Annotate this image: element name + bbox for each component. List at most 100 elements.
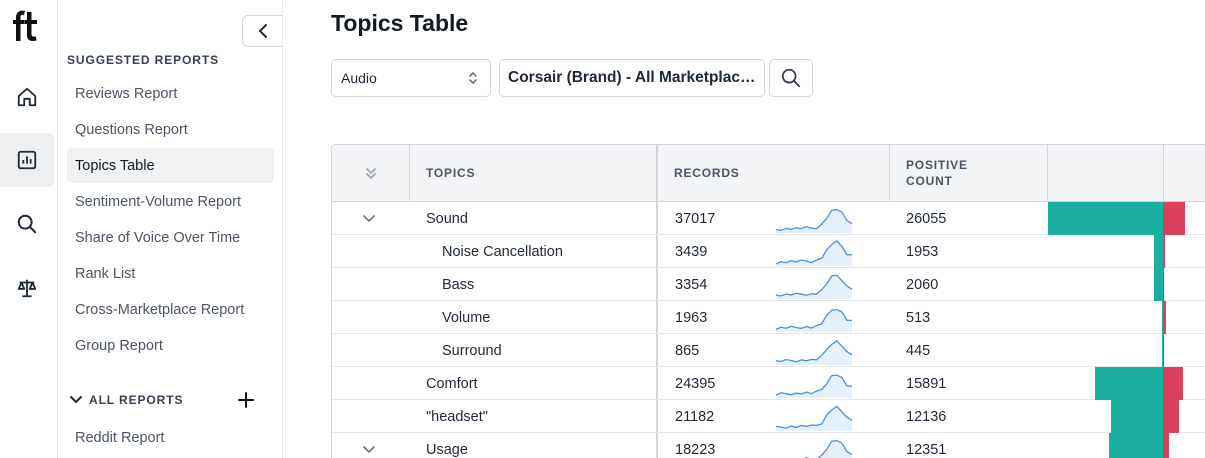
- positive-count-cell: 1953: [906, 243, 939, 260]
- records-cell: 865: [675, 342, 700, 359]
- category-select[interactable]: Audio: [331, 59, 491, 97]
- positive-count-label-2: COUNT: [906, 174, 953, 188]
- negative-sentiment-bar: [1163, 301, 1166, 334]
- rail-search-button[interactable]: [0, 197, 54, 251]
- sidebar-report-link[interactable]: Reddit Report: [67, 420, 274, 455]
- topics-column-header[interactable]: TOPICS: [410, 145, 658, 201]
- records-sparkline: [776, 405, 852, 431]
- positive-count-column-header[interactable]: POSITIVE COUNT: [890, 145, 1048, 201]
- records-sparkline: [776, 339, 852, 365]
- records-sparkline: [803, 439, 852, 458]
- expand-all-header[interactable]: [332, 145, 410, 201]
- search-icon: [781, 68, 801, 88]
- table-row[interactable]: Comfort 24395 15891: [332, 367, 1205, 400]
- rail-home-button[interactable]: [0, 70, 54, 124]
- sentiment-bar-header: [1048, 145, 1164, 201]
- negative-sentiment-bar: [1163, 367, 1183, 400]
- positive-sentiment-bar: [1048, 202, 1163, 235]
- records-cell: 3439: [675, 243, 708, 260]
- records-sparkline: [776, 308, 852, 332]
- records-column-header[interactable]: RECORDS: [658, 145, 890, 201]
- table-row[interactable]: Bass 3354 2060: [332, 268, 1205, 301]
- row-expand-chevron-icon[interactable]: [362, 212, 376, 226]
- table-row[interactable]: Volume 1963 513: [332, 301, 1205, 334]
- all-reports-toggle[interactable]: ALL REPORTS: [69, 390, 259, 410]
- positive-count-cell: 12136: [906, 408, 947, 425]
- table-row[interactable]: Usage 18223 12351: [332, 433, 1205, 458]
- records-sparkline: [776, 240, 852, 266]
- positive-sentiment-bar: [1154, 268, 1163, 301]
- topic-cell[interactable]: Noise Cancellation: [442, 235, 563, 268]
- suggested-reports-heading: SUGGESTED REPORTS: [67, 53, 219, 67]
- positive-count-label-1: POSITIVE: [906, 158, 968, 172]
- negative-sentiment-bar: [1163, 400, 1179, 433]
- sentiment-bar-cell: [1048, 367, 1205, 400]
- table-row[interactable]: Sound 37017 26055: [332, 202, 1205, 235]
- records-sparkline: [776, 208, 852, 233]
- add-report-button[interactable]: [235, 389, 257, 411]
- records-cell: 21182: [675, 408, 715, 425]
- sentiment-bar-cell: [1048, 334, 1205, 367]
- reports-sidebar: SUGGESTED REPORTS Reviews Report Question…: [59, 0, 283, 458]
- chevron-left-icon: [258, 24, 267, 38]
- plus-icon: [238, 392, 254, 408]
- sparkline-area: [805, 440, 852, 458]
- rail-reports-button[interactable]: [0, 133, 54, 187]
- search-icon: [17, 214, 37, 234]
- positive-sentiment-bar: [1109, 433, 1163, 458]
- search-button[interactable]: [769, 59, 813, 97]
- records-sparkline: [776, 374, 852, 398]
- positive-count-cell: 445: [906, 342, 931, 359]
- negative-sentiment-bar: [1163, 268, 1164, 301]
- table-row[interactable]: "headset" 21182 12136: [332, 400, 1205, 433]
- sidebar-report-link[interactable]: Cross-Marketplace Report: [67, 292, 274, 327]
- home-icon: [17, 87, 37, 107]
- sentiment-bar-cell: [1048, 433, 1205, 458]
- topic-cell[interactable]: Bass: [442, 268, 474, 301]
- main-content: Topics Table Audio Corsair (Brand) - All…: [284, 0, 1205, 458]
- row-expand-chevron-icon[interactable]: [362, 443, 376, 457]
- negative-sentiment-bar: [1163, 202, 1185, 235]
- collapse-sidebar-button[interactable]: [242, 15, 282, 47]
- topic-cell[interactable]: Volume: [442, 301, 490, 334]
- brand-selector-value: Corsair (Brand) - All Marketplaces: [508, 69, 756, 86]
- chevron-down-icon: [70, 396, 82, 404]
- topic-cell[interactable]: Comfort: [426, 367, 478, 400]
- negative-sentiment-bar: [1163, 334, 1164, 367]
- sentiment-bar-cell: [1048, 268, 1205, 301]
- positive-count-cell: 12351: [906, 441, 947, 458]
- brand-logo[interactable]: [12, 8, 42, 44]
- sparkline-area: [776, 309, 852, 332]
- positive-count-cell: 26055: [906, 210, 947, 227]
- sidebar-report-link[interactable]: Rank List: [67, 256, 274, 291]
- positive-count-cell: 15891: [906, 375, 947, 392]
- topics-table: TOPICS RECORDS POSITIVE COUNT Sound 37017…: [331, 144, 1205, 458]
- positive-count-cell: 2060: [906, 276, 939, 293]
- all-reports-heading: ALL REPORTS: [89, 393, 184, 407]
- table-header: TOPICS RECORDS POSITIVE COUNT: [332, 145, 1205, 202]
- topic-cell[interactable]: Surround: [442, 334, 502, 367]
- sidebar-report-link[interactable]: Questions Report: [67, 112, 274, 147]
- table-row[interactable]: Surround 865 445: [332, 334, 1205, 367]
- sidebar-report-link[interactable]: Share of Voice Over Time: [67, 220, 274, 255]
- double-chevron-down-icon: [365, 168, 376, 180]
- topic-cell[interactable]: Usage: [426, 433, 468, 458]
- negative-sentiment-bar: [1163, 235, 1165, 268]
- sentiment-bar-cell: [1048, 400, 1205, 433]
- sidebar-report-link[interactable]: Group Report: [67, 328, 274, 363]
- sidebar-report-link[interactable]: Reviews Report: [67, 76, 274, 111]
- sidebar-report-link[interactable]: Topics Table: [67, 148, 274, 183]
- topic-cell[interactable]: Sound: [426, 202, 468, 235]
- records-cell: 18223: [675, 441, 716, 458]
- extra-column-header: [1164, 145, 1205, 201]
- table-row[interactable]: Noise Cancellation 3439 1953: [332, 235, 1205, 268]
- records-cell: 3354: [675, 276, 708, 293]
- topic-cell[interactable]: "headset": [426, 400, 488, 433]
- sidebar-report-link[interactable]: Sentiment-Volume Report: [67, 184, 274, 219]
- rail-compare-button[interactable]: [0, 261, 54, 315]
- brand-selector[interactable]: Corsair (Brand) - All Marketplaces: [499, 59, 765, 97]
- page-title: Topics Table: [331, 10, 469, 36]
- scale-icon: [17, 279, 37, 298]
- sentiment-bar-cell: [1048, 235, 1205, 268]
- positive-count-cell: 513: [906, 309, 931, 326]
